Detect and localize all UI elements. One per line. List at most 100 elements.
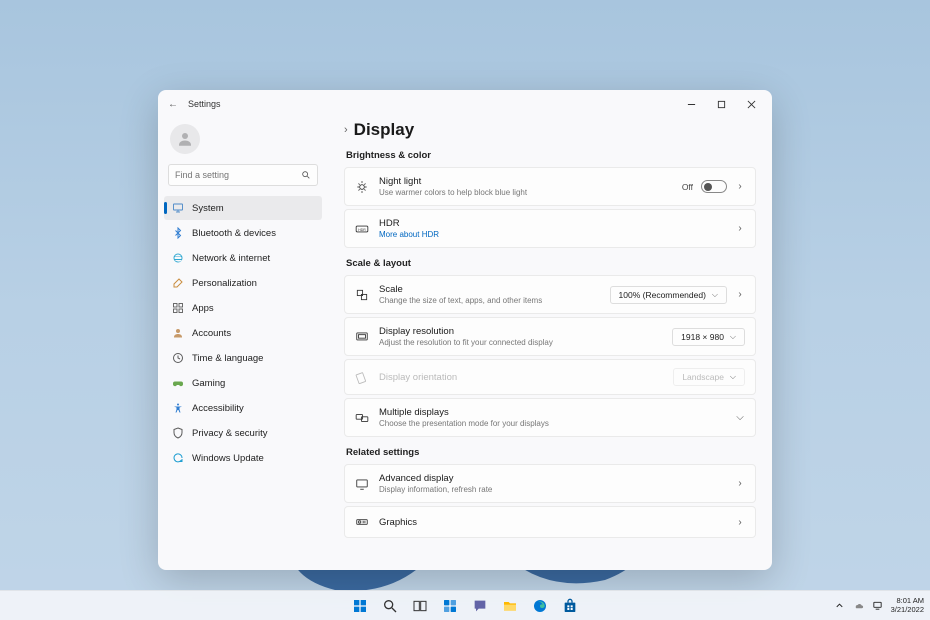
taskbar-taskview-icon[interactable] bbox=[407, 593, 433, 619]
nav-label: Personalization bbox=[192, 278, 257, 289]
chevron-right-icon: › bbox=[735, 517, 745, 528]
scale-icon bbox=[355, 288, 369, 302]
dropdown[interactable]: 100% (Recommended) ⌵ bbox=[610, 286, 727, 304]
bluetooth-icon bbox=[172, 227, 184, 239]
multiple-icon bbox=[355, 411, 369, 425]
taskbar-edge-icon[interactable] bbox=[527, 593, 553, 619]
sidebar-item-gaming[interactable]: Gaming bbox=[164, 371, 322, 395]
sidebar-item-bluetooth-devices[interactable]: Bluetooth & devices bbox=[164, 221, 322, 245]
close-button[interactable] bbox=[736, 90, 766, 118]
taskbar-explorer-icon[interactable] bbox=[497, 593, 523, 619]
back-button[interactable]: ← bbox=[164, 99, 182, 110]
svg-text:HDR: HDR bbox=[358, 227, 366, 231]
titlebar[interactable]: ← Settings bbox=[158, 90, 772, 118]
nav-label: Time & language bbox=[192, 353, 263, 364]
setting-card-display-resolution[interactable]: Display resolutionAdjust the resolution … bbox=[344, 317, 756, 356]
nav-label: Windows Update bbox=[192, 453, 264, 464]
chevron-down-icon: ⌵ bbox=[712, 290, 718, 300]
chevron-down-icon: ⌵ bbox=[730, 332, 736, 342]
taskbar: 8:01 AM 3/21/2022 bbox=[0, 590, 930, 620]
onedrive-icon[interactable] bbox=[853, 600, 864, 611]
setting-card-multiple-displays[interactable]: Multiple displaysChoose the presentation… bbox=[344, 398, 756, 437]
graphics-icon bbox=[355, 515, 369, 529]
accounts-icon bbox=[172, 327, 184, 339]
minimize-button[interactable] bbox=[676, 90, 706, 118]
card-title: Multiple displays bbox=[379, 407, 725, 418]
sidebar-item-apps[interactable]: Apps bbox=[164, 296, 322, 320]
card-subtitle: Choose the presentation mode for your di… bbox=[379, 419, 725, 428]
chevron-right-icon: › bbox=[735, 289, 745, 300]
accessibility-icon bbox=[172, 402, 184, 414]
card-link[interactable]: More about HDR bbox=[379, 230, 725, 239]
setting-card-scale[interactable]: ScaleChange the size of text, apps, and … bbox=[344, 275, 756, 314]
nav-label: Apps bbox=[192, 303, 214, 314]
network-tray-icon[interactable] bbox=[872, 600, 883, 611]
chevron-right-icon: › bbox=[735, 181, 745, 192]
orientation-icon bbox=[355, 370, 369, 384]
sidebar-item-accessibility[interactable]: Accessibility bbox=[164, 396, 322, 420]
breadcrumb-chevron-icon[interactable]: › bbox=[344, 124, 348, 136]
system-tray[interactable]: 8:01 AM 3/21/2022 bbox=[834, 597, 924, 614]
card-subtitle: Use warmer colors to help block blue lig… bbox=[379, 188, 672, 197]
setting-card-advanced-display[interactable]: Advanced displayDisplay information, ref… bbox=[344, 464, 756, 503]
network-icon bbox=[172, 252, 184, 264]
toggle-state: Off bbox=[682, 182, 693, 192]
update-icon bbox=[172, 452, 184, 464]
taskbar-store-icon[interactable] bbox=[557, 593, 583, 619]
breadcrumb: › Display bbox=[344, 120, 756, 140]
setting-card-hdr[interactable]: HDRHDRMore about HDR› bbox=[344, 209, 756, 248]
settings-window: ← Settings System Bluetooth & devices Netw… bbox=[158, 90, 772, 570]
clock[interactable]: 8:01 AM 3/21/2022 bbox=[891, 597, 924, 614]
chevron-up-icon[interactable] bbox=[834, 600, 845, 611]
sidebar-item-personalization[interactable]: Personalization bbox=[164, 271, 322, 295]
profile-block[interactable] bbox=[164, 118, 322, 164]
nav-label: System bbox=[192, 203, 224, 214]
chevron-down-icon: ⌵ bbox=[730, 372, 736, 382]
toggle-switch[interactable] bbox=[701, 180, 727, 193]
search-box[interactable] bbox=[168, 164, 318, 186]
setting-card-display-orientation: Display orientationLandscape⌵ bbox=[344, 359, 756, 395]
taskbar-start-icon[interactable] bbox=[347, 593, 373, 619]
main-content[interactable]: › Display Brightness & color Night lightU… bbox=[328, 118, 772, 570]
taskbar-widgets-icon[interactable] bbox=[437, 593, 463, 619]
nav-label: Gaming bbox=[192, 378, 225, 389]
sidebar-item-network-internet[interactable]: Network & internet bbox=[164, 246, 322, 270]
hdr-icon: HDR bbox=[355, 222, 369, 236]
personalization-icon bbox=[172, 277, 184, 289]
dropdown: Landscape⌵ bbox=[673, 368, 745, 386]
nav-label: Network & internet bbox=[192, 253, 270, 264]
setting-card-graphics[interactable]: Graphics › bbox=[344, 506, 756, 538]
window-title: Settings bbox=[188, 99, 221, 109]
tray-date: 3/21/2022 bbox=[891, 606, 924, 614]
dropdown-value: 1918 × 980 bbox=[681, 332, 724, 342]
sidebar: System Bluetooth & devices Network & inter… bbox=[158, 118, 328, 570]
card-title: Night light bbox=[379, 176, 672, 187]
sidebar-item-privacy-security[interactable]: Privacy & security bbox=[164, 421, 322, 445]
sidebar-item-windows-update[interactable]: Windows Update bbox=[164, 446, 322, 470]
page-title: Display bbox=[354, 120, 414, 140]
taskbar-chat-icon[interactable] bbox=[467, 593, 493, 619]
card-title: Graphics bbox=[379, 517, 725, 528]
search-icon bbox=[301, 170, 311, 180]
search-input[interactable] bbox=[175, 170, 301, 180]
maximize-button[interactable] bbox=[706, 90, 736, 118]
chevron-down-icon: ⌵ bbox=[735, 412, 745, 423]
sidebar-item-system[interactable]: System bbox=[164, 196, 322, 220]
dropdown[interactable]: 1918 × 980 ⌵ bbox=[672, 328, 745, 346]
dropdown-value: 100% (Recommended) bbox=[619, 290, 706, 300]
sidebar-item-time-language[interactable]: Time & language bbox=[164, 346, 322, 370]
card-subtitle: Change the size of text, apps, and other… bbox=[379, 296, 600, 305]
card-title: Scale bbox=[379, 284, 600, 295]
nav-label: Bluetooth & devices bbox=[192, 228, 276, 239]
card-title: Advanced display bbox=[379, 473, 725, 484]
section-title: Brightness & color bbox=[346, 150, 756, 161]
taskbar-center bbox=[347, 593, 583, 619]
taskbar-search-icon[interactable] bbox=[377, 593, 403, 619]
setting-card-night-light[interactable]: Night lightUse warmer colors to help blo… bbox=[344, 167, 756, 206]
sidebar-item-accounts[interactable]: Accounts bbox=[164, 321, 322, 345]
gaming-icon bbox=[172, 377, 184, 389]
section-title: Related settings bbox=[346, 447, 756, 458]
card-title: HDR bbox=[379, 218, 725, 229]
system-icon bbox=[172, 202, 184, 214]
card-title: Display resolution bbox=[379, 326, 662, 337]
